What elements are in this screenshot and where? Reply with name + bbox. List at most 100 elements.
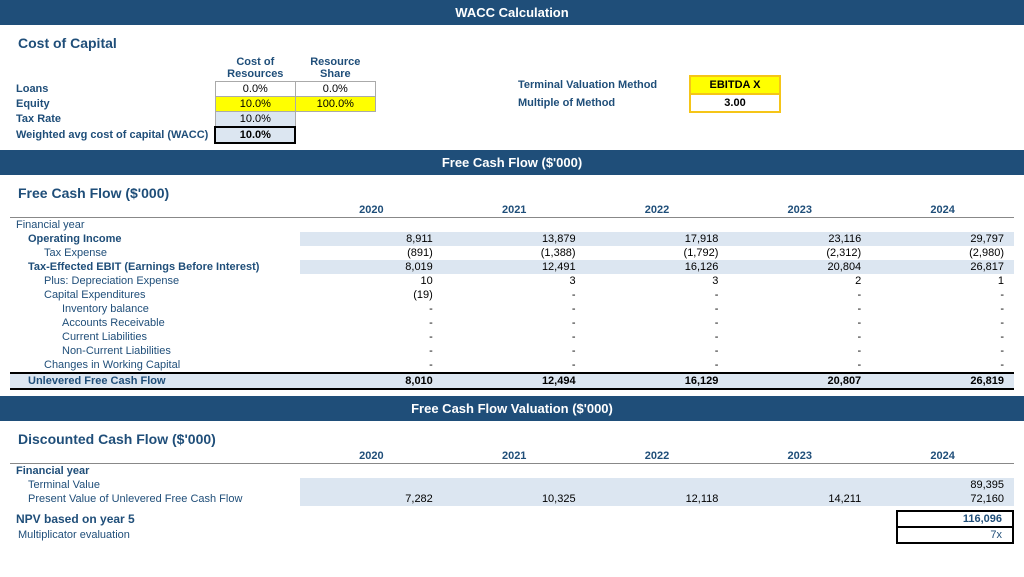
fcf-val-11-1: 12,494 <box>443 373 586 389</box>
fcf-val-9-2: - <box>586 344 729 358</box>
fcf-val-10-0: - <box>300 358 443 373</box>
fcf-row-11: Unlevered Free Cash Flow8,01012,49416,12… <box>10 373 1014 389</box>
fcf-val-10-3: - <box>728 358 871 373</box>
fcf-label-2: Tax Expense <box>10 246 300 260</box>
loans-cost[interactable]: 0.0% <box>215 82 295 97</box>
fcf-val-2-4: (2,980) <box>871 246 1014 260</box>
mult-empty-4 <box>780 527 896 543</box>
fcf-val-0-2 <box>586 218 729 233</box>
val-val-2-0: 7,282 <box>300 492 443 506</box>
fcf-section: Free Cash Flow ($'000) 2020 2021 2022 20… <box>0 175 1024 396</box>
fcf-year-2024: 2024 <box>871 203 1014 218</box>
main-title-text: WACC Calculation <box>455 5 568 20</box>
mult-empty-3 <box>664 527 780 543</box>
terminal-label: Terminal Valuation Method <box>510 76 690 94</box>
fcf-val-5-2: - <box>586 288 729 302</box>
fcf-val-8-0: - <box>300 330 443 344</box>
fcf-label-5: Capital Expenditures <box>10 288 300 302</box>
fcf-val-3-3: 20,804 <box>728 260 871 274</box>
fcf-label-11: Unlevered Free Cash Flow <box>10 373 300 389</box>
fcf-row-1: Operating Income8,91113,87917,91823,1162… <box>10 232 1014 246</box>
npv-empty-4 <box>780 511 896 527</box>
wacc-label: Weighted avg cost of capital (WACC) <box>10 127 215 143</box>
fcf-val-11-4: 26,819 <box>871 373 1014 389</box>
fcf-val-7-3: - <box>728 316 871 330</box>
fcf-val-5-3: - <box>728 288 871 302</box>
val-header-text: Free Cash Flow Valuation ($'000) <box>411 401 613 416</box>
val-row-2: Present Value of Unlevered Free Cash Flo… <box>10 492 1014 506</box>
fcf-val-11-3: 20,807 <box>728 373 871 389</box>
fcf-label-0: Financial year <box>10 218 300 233</box>
val-year-2020: 2020 <box>300 449 443 464</box>
wacc-grid: Cost of Resources Resource Share Loans 0… <box>10 53 1014 144</box>
fcf-val-10-4: - <box>871 358 1014 373</box>
val-val-0-3 <box>728 464 871 479</box>
tax-share-empty <box>295 112 375 128</box>
fcf-row-8: Current Liabilities----- <box>10 330 1014 344</box>
fcf-val-8-1: - <box>443 330 586 344</box>
fcf-label-10: Changes in Working Capital <box>10 358 300 373</box>
npv-empty-2 <box>548 511 664 527</box>
val-val-0-2 <box>586 464 729 479</box>
fcf-label-1: Operating Income <box>10 232 300 246</box>
npv-row: NPV based on year 5 116,096 <box>10 511 1013 527</box>
npv-value: 116,096 <box>897 511 1013 527</box>
fcf-val-9-3: - <box>728 344 871 358</box>
val-label-1: Terminal Value <box>10 478 300 492</box>
terminal-value[interactable]: EBITDA X <box>690 76 780 94</box>
fcf-row-3: Tax-Effected EBIT (Earnings Before Inter… <box>10 260 1014 274</box>
fcf-val-0-0 <box>300 218 443 233</box>
multiple-value[interactable]: 3.00 <box>690 94 780 112</box>
fcf-val-10-1: - <box>443 358 586 373</box>
val-subheader: Discounted Cash Flow ($'000) <box>10 425 1014 449</box>
fcf-row-10: Changes in Working Capital----- <box>10 358 1014 373</box>
fcf-val-3-0: 8,019 <box>300 260 443 274</box>
wacc-row-equity: Equity 10.0% 100.0% <box>10 97 375 112</box>
equity-share[interactable]: 100.0% <box>295 97 375 112</box>
equity-cost[interactable]: 10.0% <box>215 97 295 112</box>
val-table: 2020 2021 2022 2023 2024 Financial yearT… <box>10 449 1014 506</box>
wacc-row-loans: Loans 0.0% 0.0% <box>10 82 375 97</box>
wacc-right-panel: Terminal Valuation Method EBITDA X Multi… <box>510 75 781 113</box>
col-header-share: Resource Share <box>295 55 375 82</box>
npv-table: NPV based on year 5 116,096 Multiplicato… <box>10 510 1014 544</box>
loans-label: Loans <box>10 82 215 97</box>
fcf-val-9-1: - <box>443 344 586 358</box>
fcf-val-1-3: 23,116 <box>728 232 871 246</box>
fcf-section-header: Free Cash Flow ($'000) <box>0 150 1024 175</box>
fcf-subheader: Free Cash Flow ($'000) <box>10 179 1014 203</box>
fcf-label-7: Accounts Receivable <box>10 316 300 330</box>
val-header-row: 2020 2021 2022 2023 2024 <box>10 449 1014 464</box>
loans-share[interactable]: 0.0% <box>295 82 375 97</box>
fcf-val-0-4 <box>871 218 1014 233</box>
val-label-2: Present Value of Unlevered Free Cash Flo… <box>10 492 300 506</box>
fcf-header-row: 2020 2021 2022 2023 2024 <box>10 203 1014 218</box>
wacc-cost[interactable]: 10.0% <box>215 127 295 143</box>
fcf-row-6: Inventory balance----- <box>10 302 1014 316</box>
fcf-header-text: Free Cash Flow ($'000) <box>442 155 582 170</box>
fcf-val-3-4: 26,817 <box>871 260 1014 274</box>
val-year-2021: 2021 <box>443 449 586 464</box>
fcf-val-6-3: - <box>728 302 871 316</box>
val-val-1-2 <box>586 478 729 492</box>
fcf-val-8-2: - <box>586 330 729 344</box>
fcf-val-4-0: 10 <box>300 274 443 288</box>
mult-value: 7x <box>897 527 1013 543</box>
fcf-table: 2020 2021 2022 2023 2024 Financial yearO… <box>10 203 1014 390</box>
fcf-val-4-3: 2 <box>728 274 871 288</box>
tax-cost[interactable]: 10.0% <box>215 112 295 128</box>
fcf-val-1-0: 8,911 <box>300 232 443 246</box>
val-val-1-0 <box>300 478 443 492</box>
npv-empty-1 <box>432 511 548 527</box>
fcf-val-1-2: 17,918 <box>586 232 729 246</box>
fcf-val-8-3: - <box>728 330 871 344</box>
fcf-val-4-4: 1 <box>871 274 1014 288</box>
wacc-subheader: Cost of Capital <box>10 29 1014 53</box>
val-val-1-3 <box>728 478 871 492</box>
val-val-1-1 <box>443 478 586 492</box>
fcf-val-8-4: - <box>871 330 1014 344</box>
fcf-year-2023: 2023 <box>728 203 871 218</box>
fcf-row-9: Non-Current Liabilities----- <box>10 344 1014 358</box>
val-section-header: Free Cash Flow Valuation ($'000) <box>0 396 1024 421</box>
mult-label: Multiplicator evaluation <box>10 527 432 543</box>
